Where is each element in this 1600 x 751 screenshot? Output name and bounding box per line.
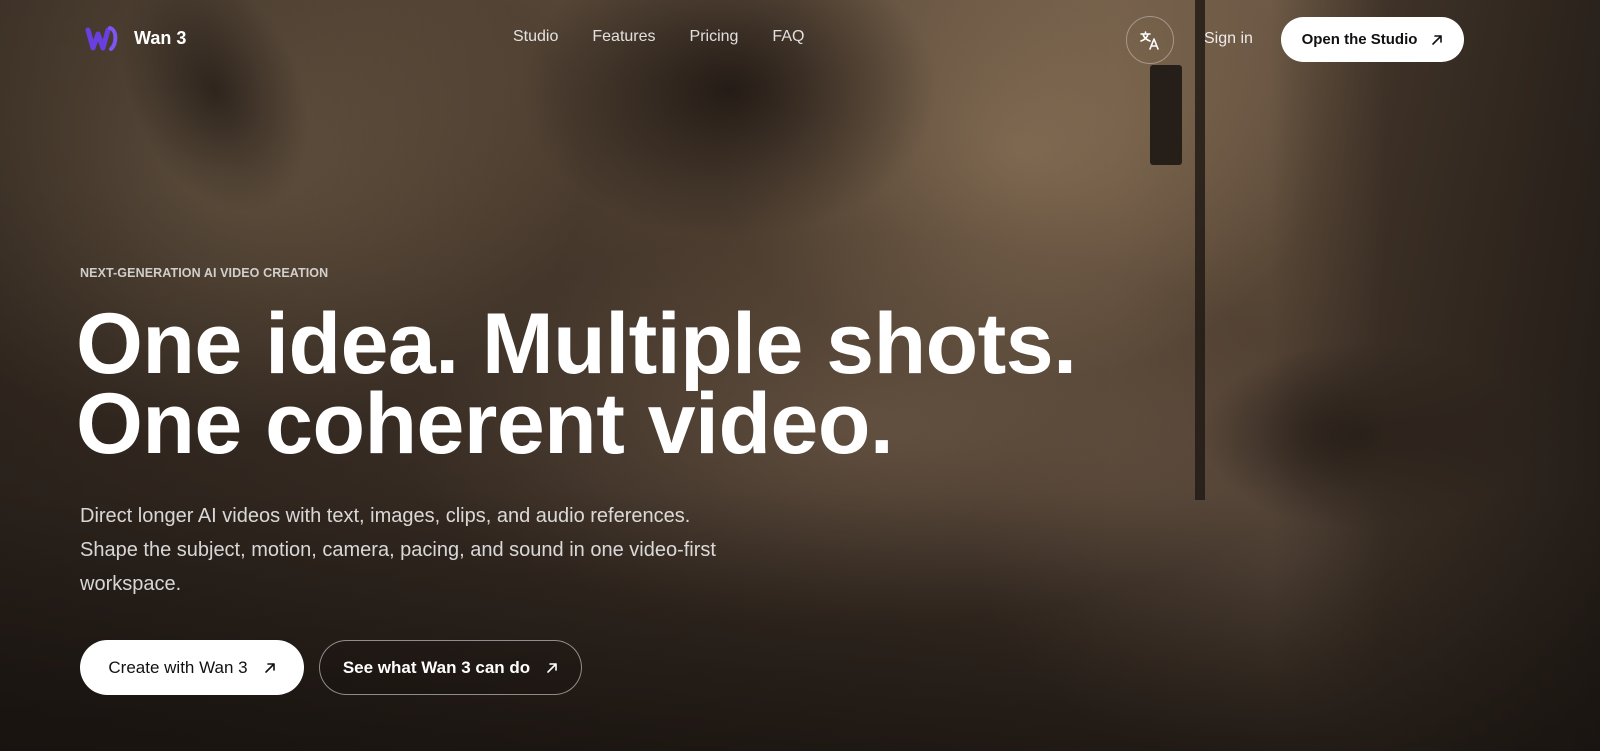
headline-line-1: One idea. Multiple shots. bbox=[76, 296, 1077, 392]
hero-subtitle: Direct longer AI videos with text, image… bbox=[80, 505, 716, 595]
arrow-up-right-icon bbox=[1432, 34, 1443, 45]
hero-eyebrow: NEXT-GENERATION AI VIDEO CREATION bbox=[80, 266, 329, 280]
create-with-wan-label: Create with Wan 3 bbox=[108, 657, 248, 677]
wan-logo-icon bbox=[85, 26, 118, 51]
create-with-wan-button[interactable]: Create with Wan 3 bbox=[80, 640, 304, 695]
translate-icon bbox=[1140, 31, 1159, 50]
nav-item-studio[interactable]: Studio bbox=[513, 28, 558, 46]
site-header: Wan 3 Studio Features Pricing FAQ Sign i… bbox=[0, 0, 1600, 78]
open-studio-button[interactable]: Open the Studio bbox=[1281, 17, 1464, 62]
signin-link[interactable]: Sign in bbox=[1204, 30, 1253, 48]
language-button[interactable] bbox=[1126, 16, 1174, 64]
main-nav: Studio Features Pricing FAQ bbox=[513, 28, 804, 46]
nav-item-features[interactable]: Features bbox=[592, 28, 655, 46]
headline-line-2: One coherent video. bbox=[76, 376, 894, 472]
hero-headline: One idea. Multiple shots. One coherent v… bbox=[76, 296, 1077, 472]
see-what-wan-can-do-button[interactable]: See what Wan 3 can do bbox=[319, 640, 582, 695]
arrow-up-right-icon bbox=[547, 662, 557, 673]
brand[interactable]: Wan 3 bbox=[84, 22, 186, 54]
open-studio-label: Open the Studio bbox=[1301, 31, 1418, 48]
nav-item-pricing[interactable]: Pricing bbox=[690, 28, 739, 46]
arrow-up-right-icon bbox=[264, 662, 275, 673]
brand-name: Wan 3 bbox=[134, 27, 187, 48]
nav-item-faq[interactable]: FAQ bbox=[772, 28, 804, 46]
see-what-wan-can-do-label: See what Wan 3 can do bbox=[342, 657, 531, 677]
